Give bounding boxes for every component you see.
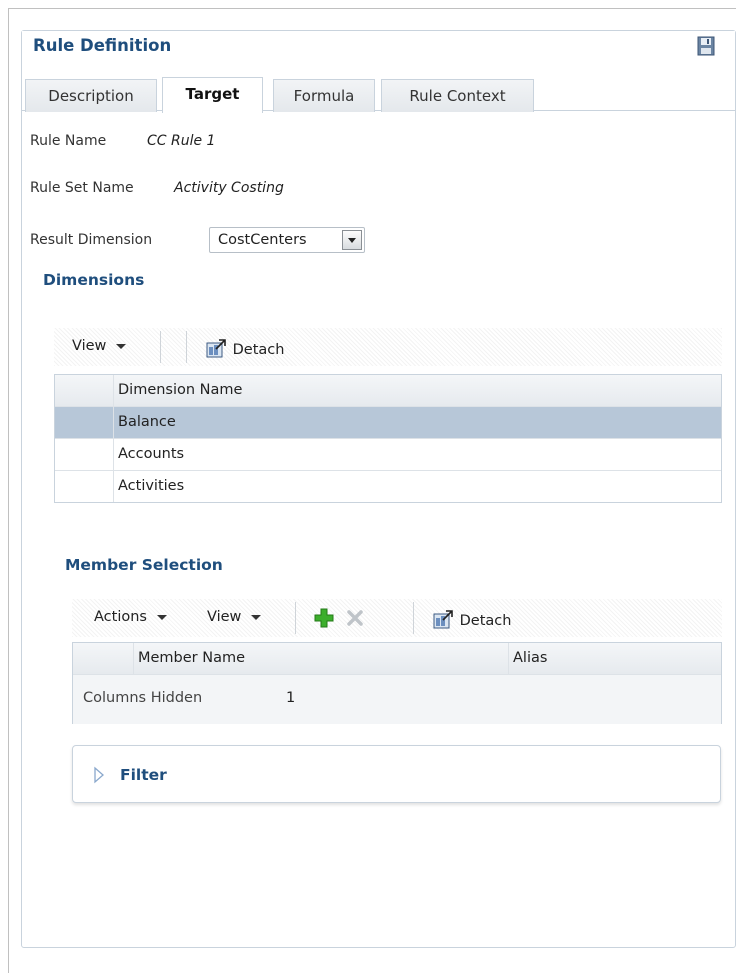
member-detach-button[interactable]: Detach: [433, 609, 511, 629]
table-cell: Accounts: [118, 446, 185, 462]
table-cell: Activities: [118, 478, 185, 494]
expand-triangle-icon[interactable]: [93, 766, 105, 784]
toolbar-separator: [186, 331, 187, 363]
member-view-menu[interactable]: View: [207, 609, 262, 625]
dropdown-button[interactable]: [342, 230, 362, 250]
detach-label: Detach: [459, 613, 512, 629]
table-header: Dimension Name: [55, 375, 721, 407]
toolbar-separator: [160, 331, 161, 363]
tab-formula[interactable]: Formula: [273, 79, 375, 112]
panel-title: Rule Definition: [33, 36, 172, 55]
chevron-down-icon: [251, 615, 262, 620]
chevron-down-icon: [156, 615, 167, 620]
dimensions-table: Dimension Name Balance Accounts Activiti…: [54, 374, 722, 503]
columns-hidden-label: Columns Hidden: [83, 690, 203, 706]
view-menu-label: View: [72, 338, 107, 354]
chevron-down-icon: [348, 238, 356, 243]
table-row[interactable]: Balance: [55, 407, 721, 439]
column-header-dimension-name[interactable]: Dimension Name: [118, 382, 242, 398]
chevron-down-icon: [116, 344, 127, 349]
delete-icon[interactable]: [346, 609, 364, 627]
table-row[interactable]: Accounts: [55, 439, 721, 471]
columns-hidden-count: 1: [286, 690, 296, 706]
member-selection-section-title: Member Selection: [65, 556, 223, 574]
rule-set-name-label: Rule Set Name: [30, 180, 134, 196]
toolbar-separator: [413, 602, 414, 634]
detach-icon: [433, 610, 453, 629]
tab-bar: Description Target Formula Rule Context: [22, 75, 735, 113]
table-header: Member Name Alias: [73, 643, 721, 675]
detach-icon: [206, 339, 226, 358]
rule-name-value: CC Rule 1: [147, 133, 216, 149]
member-selection-toolbar: Actions View Detach: [72, 599, 722, 637]
filter-label[interactable]: Filter: [120, 766, 167, 784]
tab-target[interactable]: Target: [162, 77, 263, 113]
column-divider: [508, 643, 509, 675]
add-icon[interactable]: [314, 608, 334, 628]
rule-name-label: Rule Name: [30, 133, 107, 149]
result-dimension-select[interactable]: CostCenters: [209, 227, 365, 253]
dimensions-section-title: Dimensions: [43, 271, 145, 289]
rule-definition-panel: Rule Definition Description Target Formu…: [21, 30, 736, 948]
column-header-member-name[interactable]: Member Name: [138, 650, 245, 666]
view-menu-label: View: [207, 609, 242, 625]
result-dimension-label: Result Dimension: [30, 232, 153, 248]
column-header-alias[interactable]: Alias: [513, 650, 547, 666]
detach-label: Detach: [232, 342, 285, 358]
columns-hidden-row: Columns Hidden 1: [73, 675, 721, 724]
result-dimension-value: CostCenters: [218, 232, 307, 248]
dimensions-toolbar: View Detach: [54, 328, 722, 366]
floppy-disk-icon[interactable]: [697, 36, 715, 56]
filter-section: Filter: [72, 745, 721, 803]
toolbar-separator: [295, 602, 296, 634]
table-row[interactable]: Activities: [55, 471, 721, 503]
tab-description[interactable]: Description: [25, 79, 157, 112]
actions-menu-label: Actions: [94, 609, 147, 625]
tab-rule-context[interactable]: Rule Context: [381, 79, 534, 112]
actions-menu[interactable]: Actions: [94, 609, 168, 625]
column-divider: [113, 375, 114, 502]
rule-set-name-value: Activity Costing: [174, 180, 284, 196]
panel-header: Rule Definition: [22, 31, 735, 75]
table-cell: Balance: [118, 414, 176, 430]
column-divider: [133, 643, 134, 675]
member-selection-table: Member Name Alias Columns Hidden 1: [72, 642, 722, 724]
dimensions-detach-button[interactable]: Detach: [206, 338, 284, 358]
dimensions-view-menu[interactable]: View: [72, 338, 127, 354]
